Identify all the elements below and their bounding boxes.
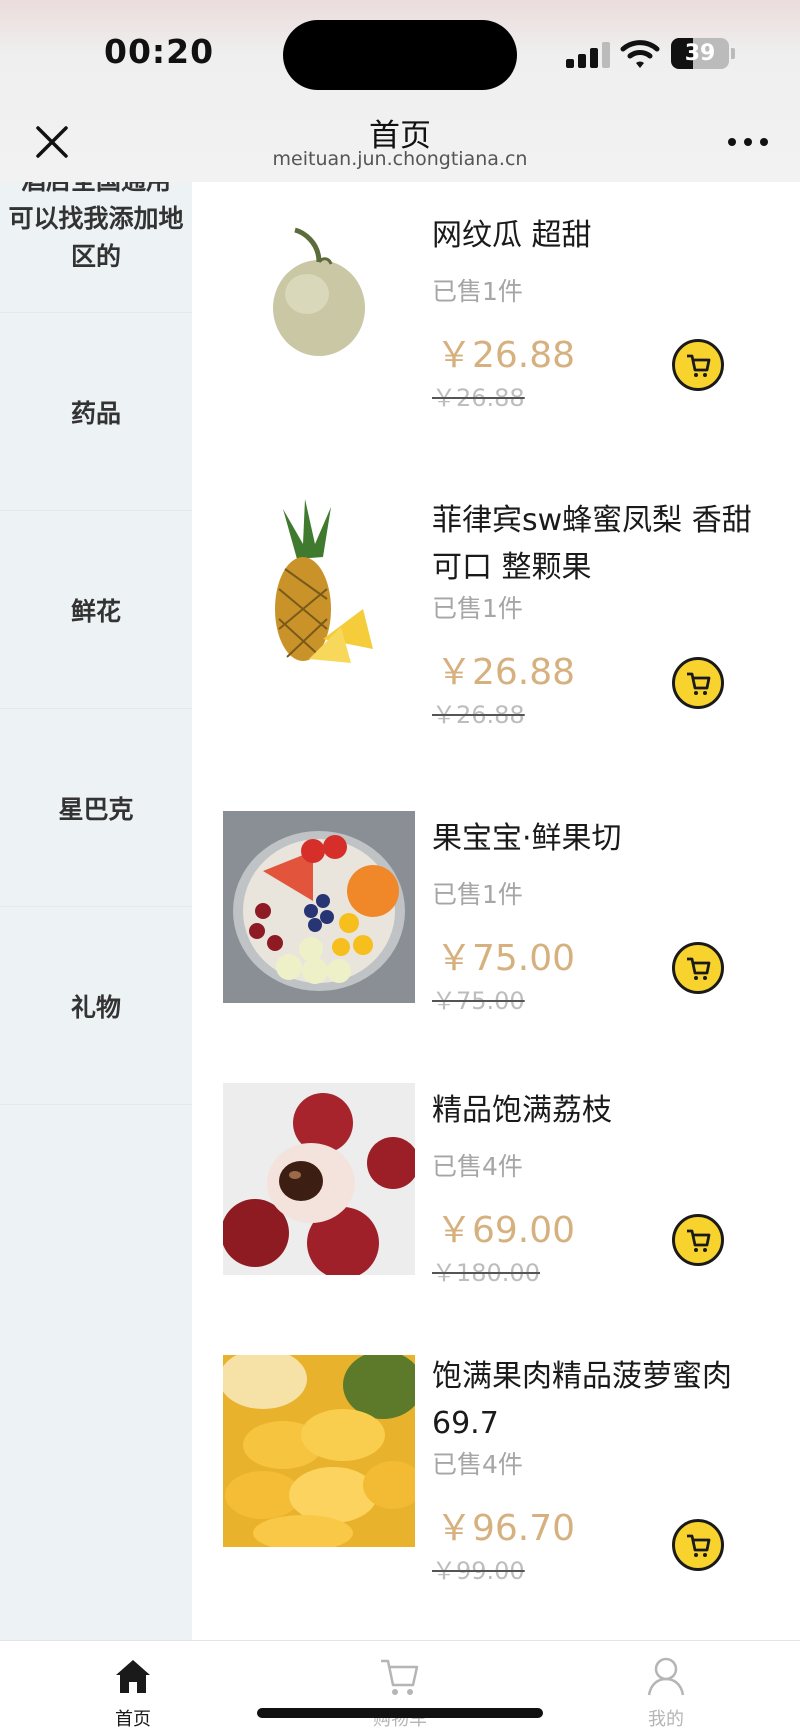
tab-profile[interactable]: 我的: [586, 1655, 746, 1731]
product-price: ￥69.00: [436, 1210, 576, 1251]
user-icon: [647, 1657, 685, 1696]
jackfruit-image[interactable]: [223, 1355, 415, 1547]
product-price: ￥96.70: [436, 1508, 576, 1549]
product-sold-count: 已售1件: [432, 594, 523, 623]
product-list: 网纹瓜 超甜 已售1件 ￥26.88 ￥26.88 菲律宾sw蜂蜜凤梨 香甜可口…: [192, 182, 800, 1640]
sidebar-item-gifts[interactable]: 礼物: [0, 906, 192, 1104]
sidebar-item-label: 药品: [70, 398, 121, 428]
cart-icon: [687, 1229, 711, 1252]
sidebar-item-label: 鲜花: [70, 596, 121, 626]
fruit-platter-image[interactable]: [223, 811, 415, 1003]
product-card[interactable]: 饱满果肉精品菠萝蜜肉 69.7 已售4件 ￥96.70 ￥99.00: [192, 1355, 800, 1627]
product-card[interactable]: 精品饱满荔枝 已售4件 ￥69.00 ￥180.00: [192, 1083, 800, 1355]
product-name: 菲律宾sw蜂蜜凤梨 香甜可口 整颗果: [432, 503, 752, 585]
product-original-price: ￥180.00: [432, 1259, 540, 1287]
sidebar-item-label: 礼物: [70, 992, 121, 1022]
product-sold-count: 已售1件: [432, 277, 523, 306]
lychee-image[interactable]: [223, 1083, 415, 1275]
product-sold-count: 已售1件: [432, 880, 523, 909]
sidebar-partial-text: 酒店全国通用 可以找我添加地 区的: [0, 182, 192, 276]
dynamic-island: [283, 20, 517, 90]
cellular-signal-icon: [566, 42, 610, 68]
product-name: 网纹瓜 超甜: [432, 218, 592, 253]
cart-icon: [687, 957, 711, 980]
sidebar-item-medicine[interactable]: 药品: [0, 312, 192, 510]
sidebar-item-label: 星巴克: [58, 794, 134, 824]
product-sold-count: 已售4件: [432, 1450, 523, 1479]
add-to-cart-button[interactable]: [672, 339, 724, 391]
home-indicator: [257, 1708, 543, 1718]
status-time: 00:20: [104, 32, 215, 71]
battery-icon: 39: [671, 38, 735, 69]
product-sold-count: 已售4件: [432, 1152, 523, 1181]
product-name: 果宝宝·鲜果切: [432, 821, 622, 856]
melon-image[interactable]: [223, 202, 415, 394]
product-price: ￥26.88: [436, 652, 576, 693]
page-url: meituan.jun.chongtiana.cn: [272, 148, 528, 170]
tab-cart[interactable]: 购物车: [320, 1655, 480, 1731]
cart-icon: [687, 354, 711, 377]
product-original-price: ￥26.88: [432, 701, 525, 729]
product-price: ￥75.00: [436, 938, 576, 979]
add-to-cart-button[interactable]: [672, 1214, 724, 1266]
product-original-price: ￥99.00: [432, 1557, 525, 1585]
sidebar-partial-line: 可以找我添加地: [8, 204, 184, 233]
product-card[interactable]: 网纹瓜 超甜 已售1件 ￥26.88 ￥26.88: [192, 202, 800, 474]
top-bar: 00:20 39 首页 meituan.jun.chongtiana.cn: [0, 0, 800, 182]
category-sidebar: 酒店全国通用 可以找我添加地 区的 药品 鲜花 星巴克 礼物: [0, 182, 192, 1640]
add-to-cart-button[interactable]: [672, 942, 724, 994]
tab-label: 首页: [115, 1709, 151, 1730]
product-card[interactable]: 菲律宾sw蜂蜜凤梨 香甜可口 整颗果 已售1件 ￥26.88 ￥26.88: [192, 499, 800, 771]
product-original-price: ￥26.88: [432, 384, 525, 412]
product-price: ￥26.88: [436, 335, 576, 376]
sidebar-divider: [0, 1104, 192, 1105]
wifi-icon: [620, 40, 660, 68]
home-icon: [116, 1660, 150, 1693]
sidebar-item-starbucks[interactable]: 星巴克: [0, 708, 192, 906]
sidebar-partial-line: 区的: [70, 242, 121, 271]
more-options-icon[interactable]: [728, 136, 768, 150]
product-name: 精品饱满荔枝: [432, 1093, 612, 1128]
product-original-price: ￥75.00: [432, 987, 525, 1015]
tab-label: 我的: [648, 1709, 684, 1730]
cart-icon: [381, 1659, 419, 1695]
cart-icon: [687, 1534, 711, 1557]
product-card[interactable]: 果宝宝·鲜果切 已售1件 ￥75.00 ￥75.00: [192, 811, 800, 1083]
sidebar-item-flowers[interactable]: 鲜花: [0, 510, 192, 708]
bottom-tab-bar: 首页 购物车 我的: [0, 1640, 800, 1734]
product-name: 饱满果肉精品菠萝蜜肉 69.7: [432, 1359, 732, 1441]
cart-icon: [687, 672, 711, 695]
sidebar-partial-line: 酒店全国通用: [0, 182, 192, 200]
tab-home[interactable]: 首页: [53, 1655, 213, 1731]
add-to-cart-button[interactable]: [672, 1519, 724, 1571]
pineapple-image[interactable]: [223, 499, 415, 691]
add-to-cart-button[interactable]: [672, 657, 724, 709]
